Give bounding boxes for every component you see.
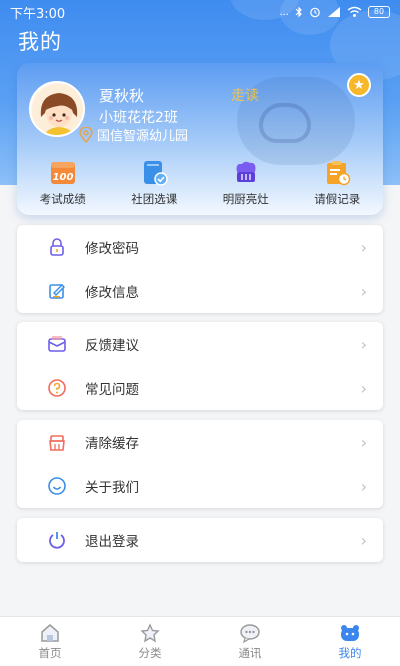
- girl-avatar-icon: [32, 84, 83, 135]
- star-icon[interactable]: ★: [347, 73, 371, 97]
- menu-item-clear-cache[interactable]: 清除缓存 ›: [17, 420, 383, 464]
- wifi-icon: [347, 6, 362, 17]
- menu-item-change-password[interactable]: 修改密码 ›: [17, 225, 383, 269]
- school-name: 国信智源幼儿园: [97, 129, 189, 144]
- bluetooth-icon: [295, 6, 302, 18]
- home-icon: [39, 623, 61, 643]
- smile-icon: [47, 476, 67, 496]
- menu-item-edit-info[interactable]: 修改信息 ›: [17, 269, 383, 313]
- tab-category[interactable]: 分类: [100, 617, 200, 666]
- school-row: 国信智源幼儿园: [79, 125, 188, 144]
- lock-icon: [47, 237, 67, 257]
- menu-item-faq[interactable]: 常见问题 ›: [17, 366, 383, 410]
- chevron-right-icon: ›: [360, 237, 367, 257]
- chevron-right-icon: ›: [360, 432, 367, 452]
- menu-item-label: 常见问题: [85, 382, 139, 398]
- menu-item-label: 反馈建议: [85, 338, 139, 354]
- quick-action-label: 请假记录: [314, 192, 361, 206]
- menu-group-account: 修改密码 › 修改信息 ›: [17, 225, 383, 313]
- location-pin-icon: [79, 126, 93, 143]
- commute-tag: 走读: [231, 88, 259, 104]
- exam-score-icon: 100: [48, 159, 78, 187]
- menu-item-logout[interactable]: 退出登录 ›: [17, 518, 383, 562]
- tab-profile[interactable]: 我的: [300, 617, 400, 666]
- battery-icon: 80: [368, 6, 390, 18]
- quick-actions: 100 考试成绩 社团选课 明厨亮灶 请假记录: [17, 159, 383, 211]
- chevron-right-icon: ›: [360, 334, 367, 354]
- page-title: 我的: [18, 30, 62, 54]
- menu-item-feedback[interactable]: 反馈建议 ›: [17, 322, 383, 366]
- signal-dots: ...: [279, 6, 289, 18]
- menu-item-label: 修改密码: [85, 241, 139, 257]
- quick-action-leave-record[interactable]: 请假记录: [297, 159, 377, 211]
- menu-group-support: 反馈建议 › 常见问题 ›: [17, 322, 383, 410]
- tab-label: 首页: [38, 645, 62, 660]
- quick-action-club-course[interactable]: 社团选课: [114, 159, 194, 211]
- quick-action-kitchen[interactable]: 明厨亮灶: [206, 159, 286, 211]
- tab-label: 通讯: [238, 645, 262, 660]
- menu-item-label: 关于我们: [85, 480, 139, 496]
- quick-action-label: 考试成绩: [39, 192, 86, 206]
- quick-action-label: 明厨亮灶: [222, 192, 269, 206]
- power-icon: [47, 530, 67, 550]
- tab-label: 我的: [338, 645, 362, 660]
- chevron-right-icon: ›: [360, 476, 367, 496]
- menu-item-about-us[interactable]: 关于我们 ›: [17, 464, 383, 508]
- tab-home[interactable]: 首页: [0, 617, 100, 666]
- menu-item-label: 清除缓存: [85, 436, 139, 452]
- alarm-icon: [310, 7, 320, 18]
- category-icon: [139, 622, 161, 643]
- student-name: 夏秋秋: [99, 87, 145, 105]
- profile-icon: [339, 623, 361, 643]
- tab-label: 分类: [138, 645, 162, 660]
- edit-icon: [47, 281, 67, 301]
- club-course-icon: [139, 159, 169, 187]
- chevron-right-icon: ›: [360, 378, 367, 398]
- svg-text:100: 100: [52, 172, 73, 183]
- chevron-right-icon: ›: [360, 281, 367, 301]
- avatar[interactable]: [29, 81, 85, 137]
- bottom-tab-bar: 首页 分类 通讯 我的: [0, 616, 400, 666]
- chevron-right-icon: ›: [360, 530, 367, 550]
- menu-group-logout: 退出登录 ›: [17, 518, 383, 562]
- chat-icon: [239, 623, 261, 643]
- broom-icon: [47, 432, 67, 452]
- status-time: 下午3:00: [10, 6, 66, 22]
- quick-action-exam-score[interactable]: 100 考试成绩: [23, 159, 103, 211]
- question-icon: [47, 378, 67, 398]
- quick-action-label: 社团选课: [131, 192, 178, 206]
- status-bar: 下午3:00 ... 80: [0, 0, 400, 24]
- menu-group-system: 清除缓存 › 关于我们 ›: [17, 420, 383, 508]
- class-name: 小班花花2班: [99, 110, 178, 126]
- menu-item-label: 退出登录: [85, 534, 139, 550]
- cell-signal-icon: [328, 7, 340, 17]
- tab-chat[interactable]: 通讯: [200, 617, 300, 666]
- leave-record-icon: [322, 159, 352, 187]
- profile-card: ★ 夏秋秋 小班花花2班 国信智源幼儿园 走读 100 考试成绩 社团选课 明厨…: [17, 63, 383, 215]
- menu-item-label: 修改信息: [85, 285, 139, 301]
- mail-icon: [47, 334, 67, 354]
- kitchen-icon: [231, 159, 261, 187]
